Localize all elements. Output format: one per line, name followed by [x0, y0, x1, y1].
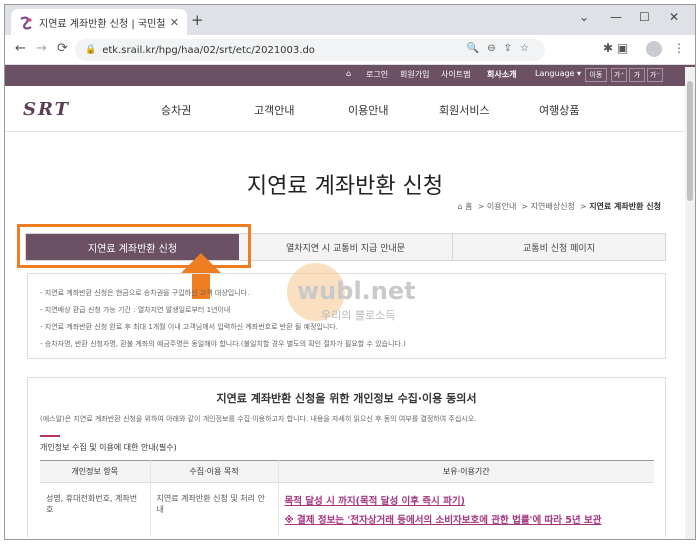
scrollbar-thumb[interactable] [687, 81, 693, 201]
breadcrumb-usage[interactable]: 이용안내 [487, 202, 516, 211]
breadcrumb-current: 지연료 계좌반환 신청 [589, 202, 661, 211]
cell-items: 성명, 휴대전화번호, 계좌번호 [40, 482, 151, 536]
main-navigation: SRT 승차권 고객안내 이용안내 회원서비스 여행상품 [5, 86, 695, 132]
go-button[interactable]: 이동 [585, 68, 607, 82]
home-icon[interactable]: ⌂ [346, 69, 351, 78]
profile-avatar[interactable] [646, 41, 662, 57]
section-heading: 개인정보 수집 및 이용에 대한 안내(필수) [40, 443, 177, 452]
breadcrumb-home[interactable]: 홈 [465, 202, 472, 211]
tab-delay-notice[interactable]: 열차지연 시 교통비 지급 안내문 [239, 234, 453, 260]
table-header: 보유·이용기간 [278, 460, 654, 483]
lock-icon: 🔒 [85, 45, 97, 55]
home-icon[interactable]: ⌂ [458, 202, 463, 211]
new-tab-button[interactable]: + [191, 11, 204, 29]
company-link[interactable]: 회사소개 [487, 69, 516, 80]
breadcrumb: ⌂ 홈 > 이용안내 > 지연배상신청 > 지연료 계좌반환 신청 [457, 202, 661, 211]
tab-close-icon[interactable]: ✕ [170, 16, 179, 29]
notice-line: - 지연료 계좌반환 신청 완료 후 최대 1개월 이내 고객님께서 입력하신 … [40, 323, 338, 331]
notice-line: - 승차자명, 반환 신청자명, 환불 계좌의 예금주명은 동일해야 합니다.(… [40, 340, 406, 348]
cell-retention: 목적 달성 시 까지(목적 달성 이후 즉시 파기) ※ 결제 정보는 '전자상… [278, 483, 654, 537]
signup-link[interactable]: 회원가입 [400, 69, 429, 80]
table-row: 성명, 휴대전화번호, 계좌번호 지연료 계좌반환 신청 및 처리 안내 목적 … [40, 482, 654, 537]
font-larger-button[interactable]: 가⁺ [611, 68, 627, 82]
nav-customer[interactable]: 고객안내 [254, 102, 294, 118]
retention-line: 목적 달성 시 까지(목적 달성 이후 즉시 파기) [284, 496, 465, 507]
font-smaller-button[interactable]: 가⁻ [647, 68, 663, 82]
sitemap-link[interactable]: 사이트맵 [441, 69, 470, 80]
maximize-button[interactable]: ☐ [639, 10, 650, 24]
cell-purpose: 지연료 계좌반환 신청 및 처리 안내 [150, 482, 279, 536]
srt-logo[interactable]: SRT [23, 99, 70, 120]
address-bar[interactable]: 🔒 etk.srail.kr/hpg/haa/02/srt/etc/202100… [75, 39, 545, 61]
nav-tickets[interactable]: 승차권 [161, 102, 191, 118]
consent-desc: (에스알)은 지연료 계좌반환 신청을 위하여 아래와 같이 개인정보를 수집·… [40, 415, 477, 423]
login-link[interactable]: 로그인 [366, 69, 388, 80]
table-header: 개인정보 항목 [40, 460, 151, 483]
nav-usage[interactable]: 이용안내 [348, 102, 388, 118]
consent-table: 개인정보 항목 수집·이용 목적 보유·이용기간 성명, 휴대전화번호, 계좌번… [40, 460, 654, 536]
browser-tab[interactable]: 지연료 계좌반환 신청 | 국민철도 ✕ [11, 9, 187, 35]
minimize-button[interactable]: — [610, 10, 622, 24]
reload-icon[interactable]: ⟳ [57, 41, 68, 56]
font-default-button[interactable]: 가 [629, 68, 645, 82]
table-header: 수집·이용 목적 [150, 460, 279, 483]
breadcrumb-delay[interactable]: 지연배상신청 [531, 202, 575, 211]
utility-bar: ⌂ 로그인 회원가입 사이트맵 회사소개 Language ▾ 이동 가⁺ 가 … [5, 65, 695, 86]
consent-title: 지연료 계좌반환 신청을 위한 개인정보 수집·이용 동의서 [216, 392, 477, 405]
watermark-sub: 우리의 불로소득 [321, 309, 396, 322]
browser-window: 지연료 계좌반환 신청 | 국민철도 ✕ + ⌄ — ☐ ✕ ← → ⟳ 🔒 e… [4, 4, 696, 540]
tab-search-icon[interactable]: ⌄ [579, 10, 589, 24]
nav-member[interactable]: 회원서비스 [439, 102, 490, 118]
nav-travel[interactable]: 여행상품 [539, 102, 579, 118]
language-select[interactable]: Language ▾ [535, 69, 581, 78]
page-title: 지연료 계좌반환 신청 [246, 174, 444, 199]
tab-transport-fee[interactable]: 교통비 신청 페이지 [453, 234, 665, 260]
forward-icon[interactable]: → [36, 41, 47, 56]
menu-icon[interactable]: ⋮ [673, 41, 685, 55]
section-rule [40, 435, 60, 437]
back-icon[interactable]: ← [15, 41, 26, 56]
close-window-button[interactable]: ✕ [669, 10, 679, 24]
watermark-brand: wubl.net [297, 277, 416, 305]
tab-bar: 지연료 계좌반환 신청 | 국민철도 ✕ + ⌄ — ☐ ✕ [5, 5, 695, 35]
extensions-icon[interactable]: ✱ ▣ [603, 41, 628, 55]
omnibox-actions[interactable]: 🔍⊖⇪☆ [467, 43, 537, 54]
tab-title: 지연료 계좌반환 신청 | 국민철도 [39, 18, 166, 30]
scrollbar[interactable] [685, 67, 695, 539]
url-text: etk.srail.kr/hpg/haa/02/srt/etc/2021003.… [102, 44, 315, 56]
srt-favicon-icon [19, 15, 33, 30]
address-row: ← → ⟳ 🔒 etk.srail.kr/hpg/haa/02/srt/etc/… [5, 35, 695, 65]
consent-section: 지연료 계좌반환 신청을 위한 개인정보 수집·이용 동의서 (에스알)은 지연… [27, 377, 666, 537]
retention-note: ※ 결제 정보는 '전자상거래 등에서의 소비자보호에 관한 법률'에 따라 5… [284, 515, 602, 526]
